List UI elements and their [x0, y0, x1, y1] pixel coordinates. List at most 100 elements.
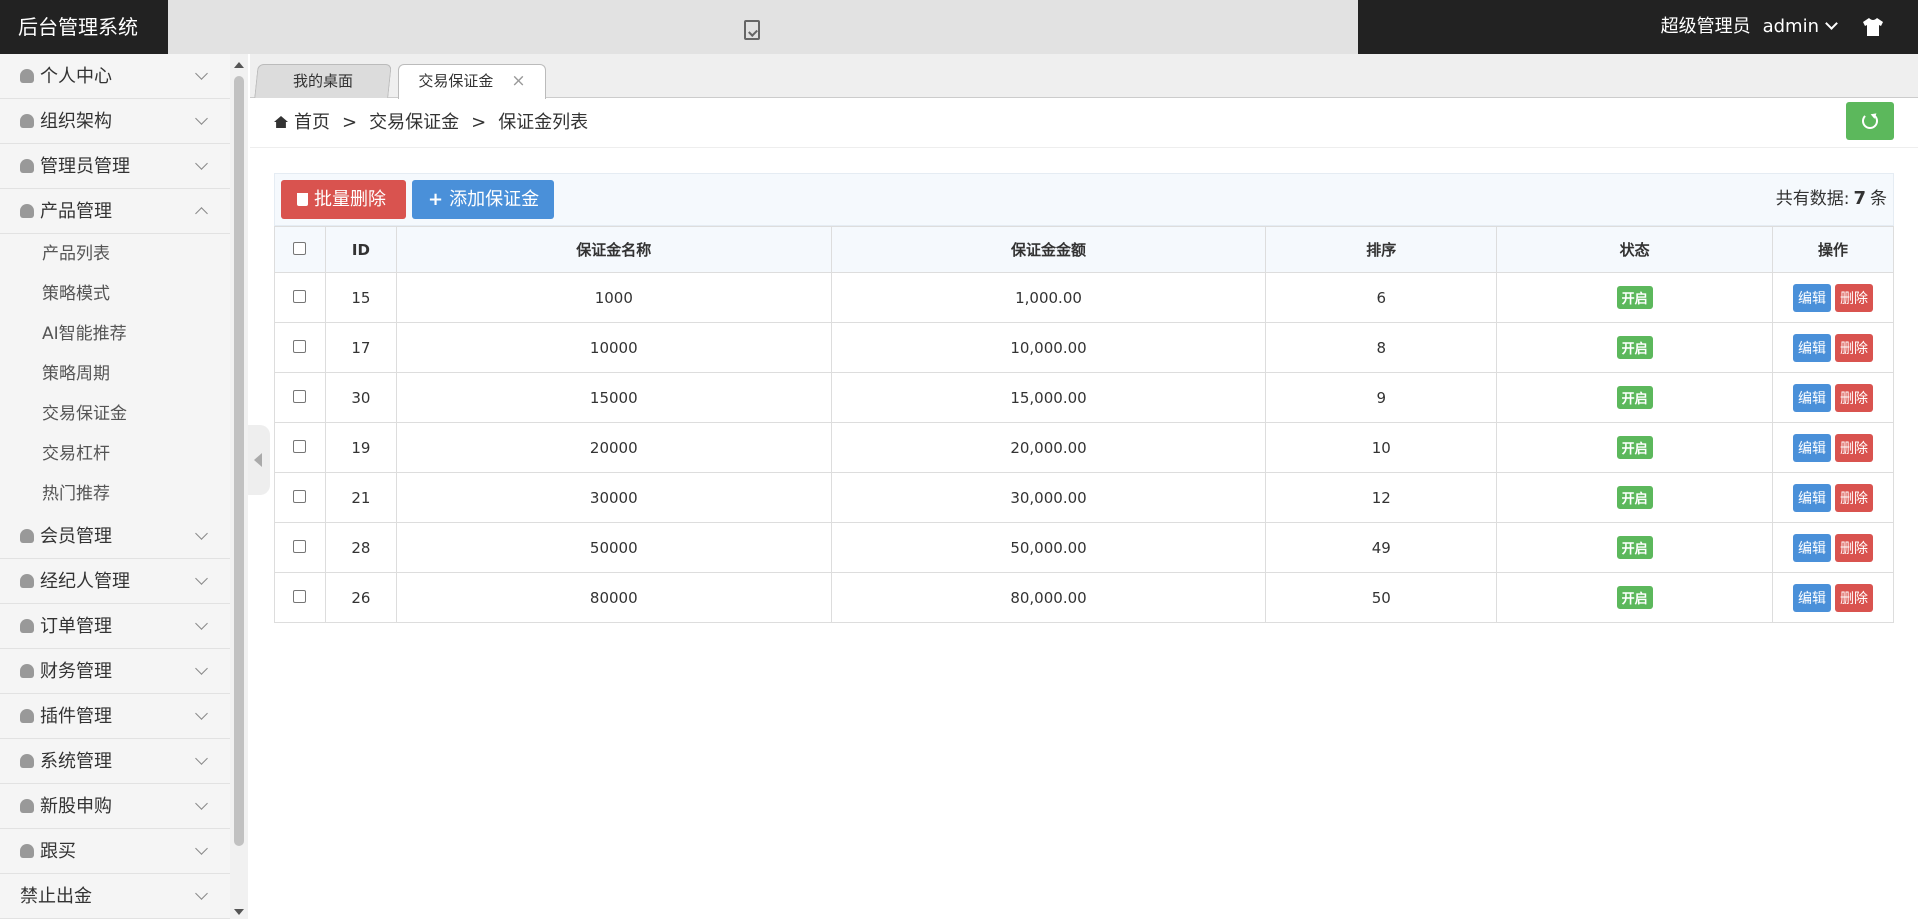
- cell-name: 10000: [395, 322, 832, 373]
- row-checkbox[interactable]: [293, 289, 307, 303]
- sidebar-item-withdraw-ban[interactable]: 禁止出金: [0, 874, 230, 919]
- toolbar: 批量删除 + 添加保证金 共有数据: 7 条: [274, 173, 1894, 226]
- sidebar-item-members[interactable]: 会员管理: [0, 514, 230, 559]
- sidebar-subitem-hot[interactable]: 热门推荐: [0, 474, 230, 514]
- col-id: ID: [324, 226, 397, 273]
- batch-delete-button[interactable]: 批量删除: [281, 180, 406, 219]
- sidebar-item-system[interactable]: 系统管理: [0, 739, 230, 784]
- table-row: 15 1000 1,000.00 6 开启 编辑 删除: [274, 272, 1894, 323]
- cell-name: 15000: [395, 372, 832, 423]
- close-icon[interactable]: ×: [511, 71, 525, 91]
- status-badge[interactable]: 开启: [1616, 436, 1653, 459]
- add-margin-button[interactable]: + 添加保证金: [412, 180, 554, 219]
- row-checkbox[interactable]: [293, 389, 307, 403]
- sidebar-collapse-handle[interactable]: [248, 425, 270, 495]
- breadcrumb-home[interactable]: 首页: [294, 112, 330, 133]
- sidebar-subitem-margin[interactable]: 交易保证金: [0, 394, 230, 434]
- edit-button[interactable]: 编辑: [1793, 583, 1832, 612]
- status-badge[interactable]: 开启: [1616, 286, 1653, 309]
- sidebar-subitem-leverage[interactable]: 交易杠杆: [0, 434, 230, 474]
- sidebar-subitem-strategy-period[interactable]: 策略周期: [0, 354, 230, 394]
- delete-button[interactable]: 删除: [1835, 383, 1874, 412]
- sidebar-subitem-ai-recommend[interactable]: AI智能推荐: [0, 314, 230, 354]
- sidebar-item-orders[interactable]: 订单管理: [0, 604, 230, 649]
- cell-status: 开启: [1496, 472, 1774, 523]
- edit-button[interactable]: 编辑: [1793, 533, 1832, 562]
- cell-id: 30: [324, 372, 397, 423]
- delete-button[interactable]: 删除: [1835, 333, 1874, 362]
- cell-sort: 8: [1265, 322, 1498, 373]
- theme-shirt-icon[interactable]: [1862, 17, 1884, 37]
- status-badge[interactable]: 开启: [1616, 336, 1653, 359]
- chevron-down-icon: [195, 887, 208, 900]
- breadcrumb-margin[interactable]: 交易保证金: [369, 112, 459, 133]
- cell-name: 80000: [395, 572, 832, 623]
- sidebar-scrollbar[interactable]: [230, 54, 248, 919]
- sidebar-item-personal[interactable]: 个人中心: [0, 54, 230, 99]
- row-select-cell: [274, 572, 326, 623]
- status-badge[interactable]: 开启: [1616, 586, 1653, 609]
- cell-amount: 80,000.00: [830, 572, 1267, 623]
- sidebar-item-admins[interactable]: 管理员管理: [0, 144, 230, 189]
- header-banner: [168, 0, 1358, 54]
- chevron-down-icon: [195, 157, 208, 170]
- sidebar-item-plugins[interactable]: 插件管理: [0, 694, 230, 739]
- cell-status: 开启: [1496, 572, 1774, 623]
- tab-margin[interactable]: 交易保证金 ×: [398, 64, 546, 99]
- scroll-thumb[interactable]: [234, 76, 244, 846]
- row-checkbox[interactable]: [293, 439, 307, 453]
- status-badge[interactable]: 开启: [1616, 386, 1653, 409]
- sidebar-item-follow[interactable]: 跟买: [0, 829, 230, 874]
- delete-button[interactable]: 删除: [1835, 583, 1874, 612]
- tab-desktop[interactable]: 我的桌面: [254, 64, 392, 98]
- cell-sort: 9: [1265, 372, 1498, 423]
- cell-sort: 10: [1265, 422, 1498, 473]
- status-badge[interactable]: 开启: [1616, 486, 1653, 509]
- app-title: 后台管理系统: [18, 15, 138, 39]
- edit-button[interactable]: 编辑: [1793, 483, 1832, 512]
- refresh-button[interactable]: [1846, 102, 1894, 140]
- delete-button[interactable]: 删除: [1835, 483, 1874, 512]
- delete-button[interactable]: 删除: [1835, 283, 1874, 312]
- cell-actions: 编辑 删除: [1772, 522, 1894, 573]
- delete-button[interactable]: 删除: [1835, 433, 1874, 462]
- cell-status: 开启: [1496, 522, 1774, 573]
- sidebar-item-ipo[interactable]: 新股申购: [0, 784, 230, 829]
- status-badge[interactable]: 开启: [1616, 536, 1653, 559]
- row-checkbox[interactable]: [293, 589, 307, 603]
- cell-amount: 50,000.00: [830, 522, 1267, 573]
- user-icon: [20, 159, 34, 173]
- row-select-cell: [274, 372, 326, 423]
- cell-id: 17: [324, 322, 397, 373]
- delete-button[interactable]: 删除: [1835, 533, 1874, 562]
- row-checkbox[interactable]: [293, 489, 307, 503]
- sidebar-subitem-product-list[interactable]: 产品列表: [0, 234, 230, 274]
- select-all-checkbox[interactable]: [293, 241, 307, 255]
- cell-sort: 50: [1265, 572, 1498, 623]
- cell-id: 21: [324, 472, 397, 523]
- scroll-down-icon[interactable]: [234, 909, 244, 915]
- sidebar-subitem-strategy-mode[interactable]: 策略模式: [0, 274, 230, 314]
- row-select-cell: [274, 322, 326, 373]
- edit-button[interactable]: 编辑: [1793, 283, 1832, 312]
- col-name: 保证金名称: [395, 226, 832, 273]
- row-checkbox[interactable]: [293, 539, 307, 553]
- edit-button[interactable]: 编辑: [1793, 383, 1832, 412]
- user-role: 超级管理员: [1660, 16, 1751, 37]
- user-outline-icon: [20, 529, 34, 543]
- cell-name: 1000: [395, 272, 832, 323]
- sidebar-item-products[interactable]: 产品管理: [0, 189, 230, 234]
- edit-button[interactable]: 编辑: [1793, 333, 1832, 362]
- row-select-cell: [274, 522, 326, 573]
- trash-icon: [297, 193, 308, 206]
- user-menu[interactable]: 超级管理员 admin: [1660, 0, 1838, 54]
- row-checkbox[interactable]: [293, 339, 307, 353]
- sidebar-item-org[interactable]: 组织架构: [0, 99, 230, 144]
- table-row: 30 15000 15,000.00 9 开启 编辑 删除: [274, 372, 1894, 423]
- chevron-down-icon: [195, 842, 208, 855]
- sidebar-item-finance[interactable]: 财务管理: [0, 649, 230, 694]
- sidebar-item-brokers[interactable]: 经纪人管理: [0, 559, 230, 604]
- edit-button[interactable]: 编辑: [1793, 433, 1832, 462]
- cell-id: 19: [324, 422, 397, 473]
- scroll-up-icon[interactable]: [234, 62, 244, 68]
